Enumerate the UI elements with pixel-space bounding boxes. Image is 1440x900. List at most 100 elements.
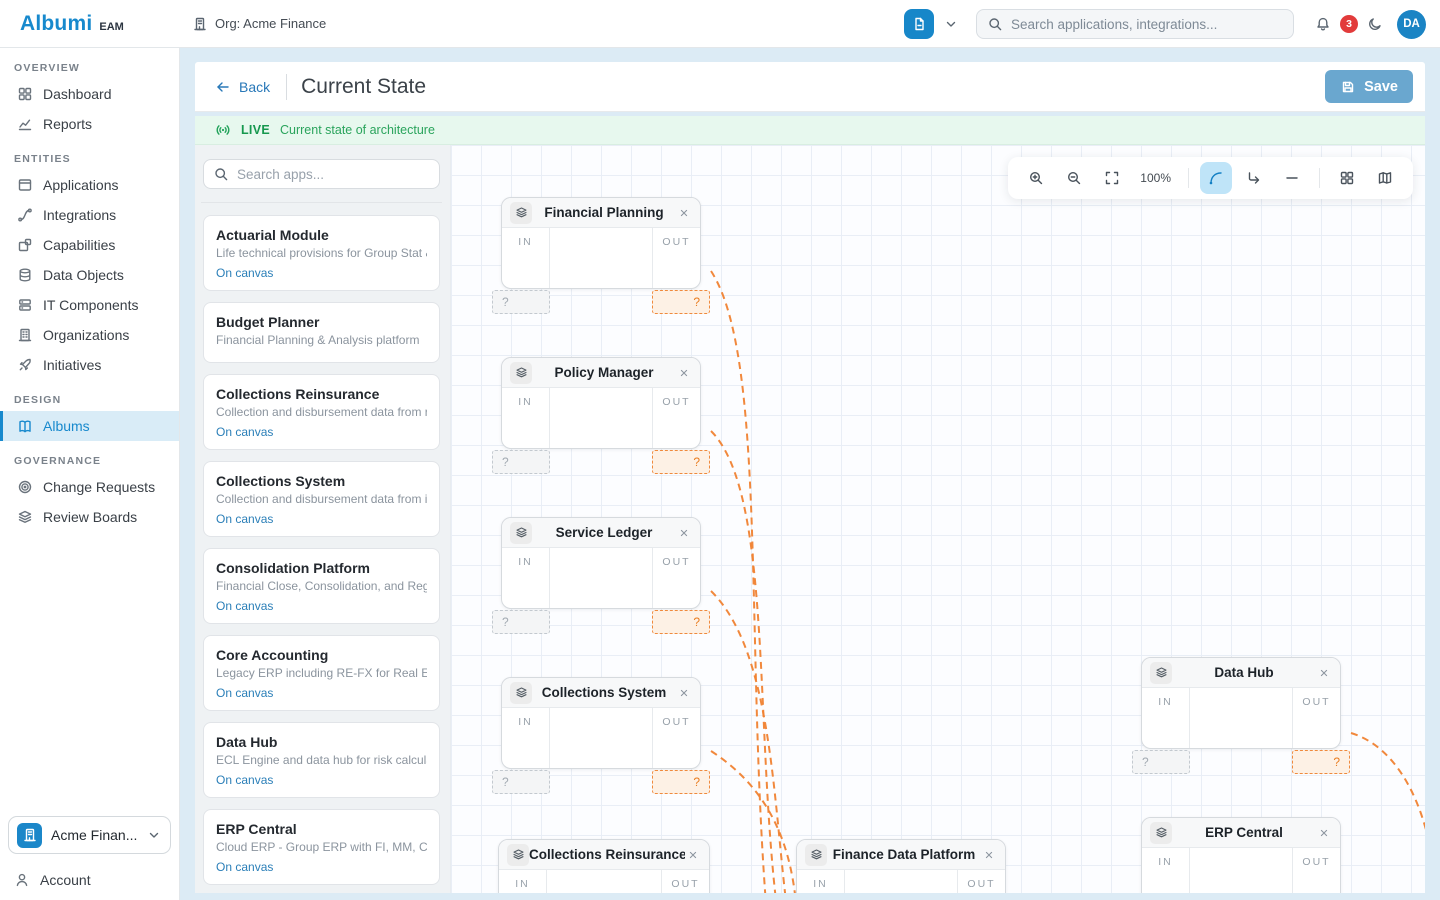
- zoom-out-button[interactable]: [1058, 162, 1090, 194]
- in-port-stub[interactable]: ?: [492, 290, 550, 314]
- apps-panel[interactable]: Actuarial ModuleLife technical provision…: [195, 145, 450, 893]
- close-icon[interactable]: [1316, 825, 1332, 841]
- app-card[interactable]: Collections ReinsuranceCollection and di…: [203, 374, 440, 450]
- in-port-stub[interactable]: ?: [1132, 750, 1190, 774]
- port-column-out: OUT: [1292, 848, 1340, 893]
- sidebar-item-dashboard[interactable]: Dashboard: [0, 79, 179, 109]
- sidebar-item-label: Albums: [43, 418, 90, 434]
- global-search[interactable]: [976, 9, 1294, 39]
- back-button[interactable]: Back: [209, 75, 276, 99]
- in-port-stub[interactable]: ?: [492, 770, 550, 794]
- app-card[interactable]: ERP CentralCloud ERP - Group ERP with FI…: [203, 809, 440, 885]
- step-edge-button[interactable]: [1238, 162, 1270, 194]
- app-card[interactable]: Consolidation PlatformFinancial Close, C…: [203, 548, 440, 624]
- app-card[interactable]: Actuarial ModuleLife technical provision…: [203, 215, 440, 291]
- on-canvas-badge[interactable]: On canvas: [216, 860, 427, 875]
- dark-mode-moon-icon[interactable]: [1367, 16, 1383, 32]
- canvas-node-policy-manager[interactable]: Policy ManagerINOUT??: [501, 357, 701, 449]
- port-label-in: IN: [499, 878, 546, 890]
- layers-icon: [507, 844, 529, 866]
- app-card[interactable]: Collections SystemCollection and disburs…: [203, 461, 440, 537]
- sidebar-item-data-objects[interactable]: Data Objects: [0, 260, 179, 290]
- curve-edge-button[interactable]: [1200, 162, 1232, 194]
- on-canvas-badge[interactable]: On canvas: [216, 425, 427, 440]
- sidebar-item-initiatives[interactable]: Initiatives: [0, 350, 179, 380]
- app-switcher-button[interactable]: [904, 9, 934, 39]
- sidebar-item-albums[interactable]: Albums: [0, 411, 179, 441]
- canvas-node-financial-planning[interactable]: Financial PlanningINOUT??: [501, 197, 701, 289]
- sidebar-item-reports[interactable]: Reports: [0, 109, 179, 139]
- out-port-stub[interactable]: ?: [652, 610, 710, 634]
- org-switcher[interactable]: Acme Finan...: [8, 816, 171, 854]
- connection-edge[interactable]: [711, 751, 797, 893]
- sidebar-item-account[interactable]: Account: [14, 872, 91, 888]
- app-card-description: Financial Close, Consolidation, and Regu…: [216, 579, 427, 594]
- close-icon[interactable]: [1316, 665, 1332, 681]
- sidebar-item-it-components[interactable]: IT Components: [0, 290, 179, 320]
- brand-suffix: EAM: [99, 21, 123, 33]
- app-card-title: Collections Reinsurance: [216, 385, 427, 403]
- connection-edge[interactable]: [711, 431, 778, 893]
- out-port-stub[interactable]: ?: [1292, 750, 1350, 774]
- connection-edge[interactable]: [711, 271, 767, 893]
- close-icon[interactable]: [676, 525, 692, 541]
- save-button[interactable]: Save: [1325, 70, 1413, 103]
- apps-search-input[interactable]: [237, 167, 430, 182]
- diagram-canvas[interactable]: Financial PlanningINOUT??Policy ManagerI…: [450, 145, 1425, 893]
- canvas-node-data-hub[interactable]: Data HubINOUT??: [1141, 657, 1341, 749]
- minimap-button[interactable]: [1369, 162, 1401, 194]
- canvas-node-erp-central[interactable]: ERP CentralINOUT??: [1141, 817, 1341, 893]
- node-header[interactable]: Collections System: [502, 678, 700, 708]
- canvas-node-finance-data-platform[interactable]: Finance Data PlatformINOUT??: [796, 839, 1006, 893]
- in-port-stub[interactable]: ?: [492, 450, 550, 474]
- node-header[interactable]: Policy Manager: [502, 358, 700, 388]
- close-icon[interactable]: [676, 685, 692, 701]
- close-icon[interactable]: [676, 205, 692, 221]
- close-icon[interactable]: [981, 847, 997, 863]
- connection-edge[interactable]: [1351, 733, 1425, 847]
- app-card-title: Collections System: [216, 472, 427, 490]
- app-card[interactable]: Data HubECL Engine and data hub for risk…: [203, 722, 440, 798]
- on-canvas-badge[interactable]: On canvas: [216, 512, 427, 527]
- sidebar-item-integrations[interactable]: Integrations: [0, 200, 179, 230]
- node-header[interactable]: Finance Data Platform: [797, 840, 1005, 870]
- node-header[interactable]: Service Ledger: [502, 518, 700, 548]
- on-canvas-badge[interactable]: On canvas: [216, 773, 427, 788]
- in-port-stub[interactable]: ?: [492, 610, 550, 634]
- port-column-out: OUT: [652, 388, 700, 448]
- layout-grid-button[interactable]: [1331, 162, 1363, 194]
- canvas-node-service-ledger[interactable]: Service LedgerINOUT??: [501, 517, 701, 609]
- out-port-stub[interactable]: ?: [652, 450, 710, 474]
- chevron-down-icon[interactable]: [943, 16, 959, 32]
- app-card[interactable]: Core AccountingLegacy ERP including RE-F…: [203, 635, 440, 711]
- straight-edge-button[interactable]: [1276, 162, 1308, 194]
- connection-edge[interactable]: [711, 591, 788, 893]
- global-search-input[interactable]: [1011, 17, 1283, 32]
- out-port-stub[interactable]: ?: [652, 770, 710, 794]
- fit-view-button[interactable]: [1096, 162, 1128, 194]
- canvas-node-collections-reinsurance[interactable]: Collections ReinsuranceINOUT??: [498, 839, 710, 893]
- node-header[interactable]: Financial Planning: [502, 198, 700, 228]
- sidebar-item-change-requests[interactable]: Change Requests: [0, 472, 179, 502]
- zoom-in-button[interactable]: [1020, 162, 1052, 194]
- out-port-stub[interactable]: ?: [652, 290, 710, 314]
- on-canvas-badge[interactable]: On canvas: [216, 686, 427, 701]
- broadcast-icon: [215, 122, 231, 138]
- on-canvas-badge[interactable]: On canvas: [216, 266, 427, 281]
- close-icon[interactable]: [676, 365, 692, 381]
- sidebar-item-organizations[interactable]: Organizations: [0, 320, 179, 350]
- canvas-node-collections-system[interactable]: Collections SystemINOUT??: [501, 677, 701, 769]
- node-header[interactable]: Data Hub: [1142, 658, 1340, 688]
- node-header[interactable]: Collections Reinsurance: [499, 840, 709, 870]
- apps-search[interactable]: [203, 159, 440, 189]
- on-canvas-badge[interactable]: On canvas: [216, 599, 427, 614]
- sidebar-item-review-boards[interactable]: Review Boards: [0, 502, 179, 532]
- user-avatar[interactable]: DA: [1397, 10, 1426, 39]
- node-header[interactable]: ERP Central: [1142, 818, 1340, 848]
- close-icon[interactable]: [685, 847, 701, 863]
- app-card[interactable]: Budget PlannerFinancial Planning & Analy…: [203, 302, 440, 363]
- main-area: Back Current State Save LIVE Current sta…: [180, 48, 1440, 900]
- bell-icon[interactable]: [1315, 16, 1331, 32]
- sidebar-item-applications[interactable]: Applications: [0, 170, 179, 200]
- sidebar-item-capabilities[interactable]: Capabilities: [0, 230, 179, 260]
